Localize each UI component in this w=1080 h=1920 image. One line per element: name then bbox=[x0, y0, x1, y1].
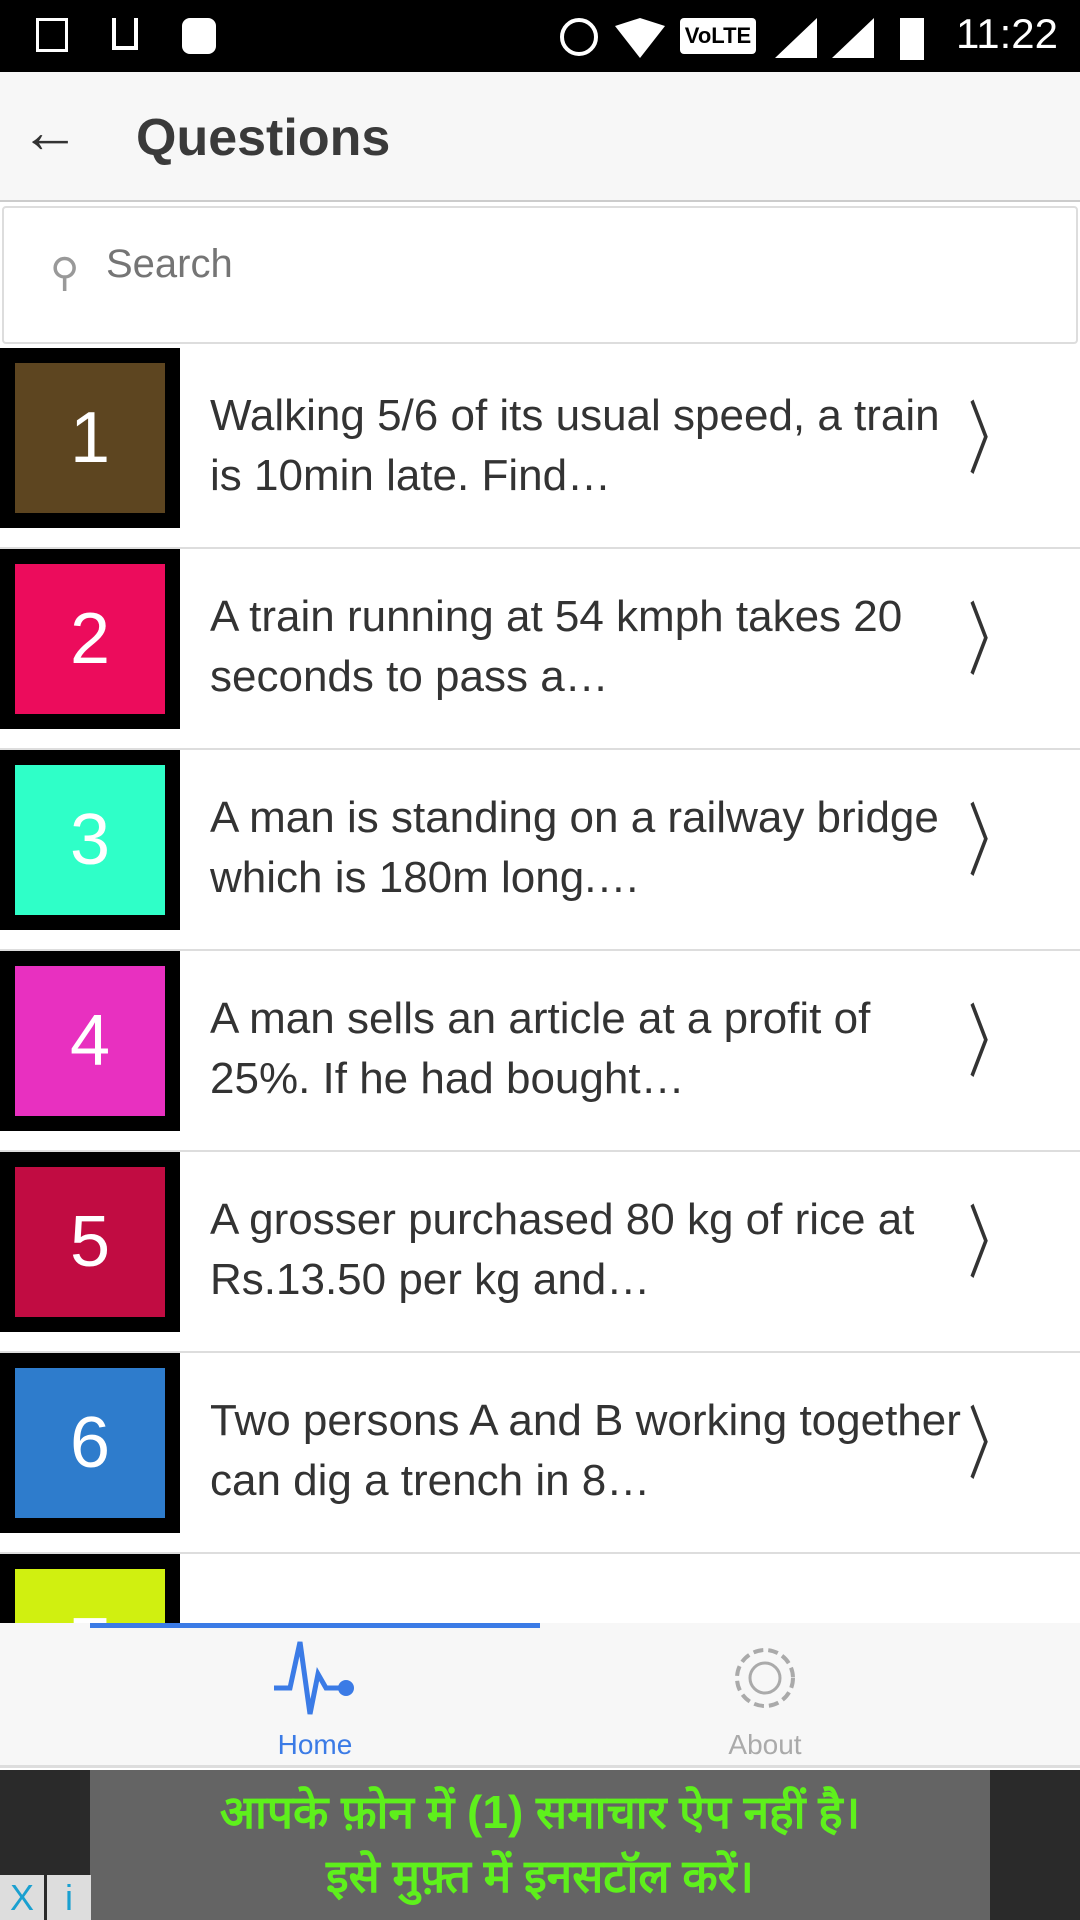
search-icon: ⚲ bbox=[50, 251, 80, 295]
search-input[interactable] bbox=[106, 242, 1006, 287]
ad-close-button[interactable]: X bbox=[0, 1875, 44, 1920]
status-bar: VoLTE 11:22 bbox=[0, 0, 1080, 72]
number-tile: 1 bbox=[0, 348, 180, 528]
ad-line-1: आपके फ़ोन में (1) समाचार ऐप नहीं है। bbox=[219, 1786, 861, 1838]
number-badge: 2 bbox=[15, 564, 165, 714]
battery-charging-icon bbox=[900, 18, 924, 60]
ad-line-2: इसे मुफ़्त में इनसटॉल करें। bbox=[326, 1850, 754, 1902]
search-box[interactable]: ⚲ bbox=[2, 206, 1078, 344]
number-badge: 3 bbox=[15, 765, 165, 915]
active-tab-indicator bbox=[90, 1623, 540, 1628]
back-arrow-icon[interactable]: ← bbox=[20, 102, 80, 162]
app-bar: ← Questions bbox=[0, 72, 1080, 202]
chart-notification-icon bbox=[112, 18, 138, 50]
number-badge: 4 bbox=[15, 966, 165, 1116]
list-item[interactable]: 6 Two persons A and B working together ca… bbox=[0, 1353, 1080, 1554]
chevron-right-icon: 〉 bbox=[968, 795, 1016, 888]
question-text: A man sells an article at a profit of 25… bbox=[210, 994, 871, 1103]
number-tile: 6 bbox=[0, 1353, 180, 1533]
list-item[interactable]: 4 A man sells an article at a profit of 2… bbox=[0, 951, 1080, 1152]
number-tile: 5 bbox=[0, 1152, 180, 1332]
tab-home-label: Home bbox=[277, 1729, 353, 1760]
pulse-icon bbox=[274, 1641, 354, 1715]
number-badge: 6 bbox=[15, 1368, 165, 1518]
ad-banner[interactable]: आपके फ़ोन में (1) समाचार ऐप नहीं है। इसे… bbox=[0, 1770, 1080, 1920]
number-tile: 2 bbox=[0, 549, 180, 729]
number-tile: 3 bbox=[0, 750, 180, 930]
question-list: 1 Walking 5/6 of its usual speed, a train… bbox=[0, 348, 1080, 1755]
clock: 11:22 bbox=[956, 10, 1058, 57]
chevron-right-icon: 〉 bbox=[968, 393, 1016, 486]
chevron-right-icon: 〉 bbox=[968, 594, 1016, 687]
ad-content[interactable]: आपके फ़ोन में (1) समाचार ऐप नहीं है। इसे… bbox=[90, 1770, 990, 1920]
tab-home[interactable]: Home bbox=[215, 1638, 415, 1761]
alarm-icon bbox=[560, 18, 598, 56]
volte-icon: VoLTE bbox=[680, 18, 756, 54]
question-text: Two persons A and B working together can… bbox=[210, 1396, 961, 1505]
question-text: A grosser purchased 80 kg of rice at Rs.… bbox=[210, 1195, 915, 1304]
list-item[interactable]: 1 Walking 5/6 of its usual speed, a train… bbox=[0, 348, 1080, 549]
signal-icon-1 bbox=[775, 18, 817, 58]
ad-info-icon[interactable]: i bbox=[47, 1875, 91, 1920]
number-badge: 5 bbox=[15, 1167, 165, 1317]
question-text: A man is standing on a railway bridge wh… bbox=[210, 793, 939, 902]
list-item[interactable]: 2 A train running at 54 kmph takes 20 sec… bbox=[0, 549, 1080, 750]
tab-about[interactable]: About bbox=[665, 1638, 865, 1761]
wifi-icon bbox=[615, 18, 665, 58]
gallery-notification-icon bbox=[36, 18, 68, 52]
number-tile: 4 bbox=[0, 951, 180, 1131]
number-badge: 1 bbox=[15, 363, 165, 513]
chevron-right-icon: 〉 bbox=[968, 1398, 1016, 1491]
android-notification-icon bbox=[182, 18, 216, 54]
question-text: A train running at 54 kmph takes 20 seco… bbox=[210, 592, 903, 701]
page-title: Questions bbox=[136, 109, 391, 167]
list-item[interactable]: 3 A man is standing on a railway bridge w… bbox=[0, 750, 1080, 951]
signal-icon-2 bbox=[832, 18, 874, 58]
list-item[interactable]: 5 A grosser purchased 80 kg of rice at Rs… bbox=[0, 1152, 1080, 1353]
gear-icon bbox=[735, 1648, 795, 1708]
chevron-right-icon: 〉 bbox=[968, 1197, 1016, 1290]
chevron-right-icon: 〉 bbox=[968, 996, 1016, 1089]
question-text: Walking 5/6 of its usual speed, a train … bbox=[210, 391, 940, 500]
tab-about-label: About bbox=[728, 1729, 802, 1760]
bottom-navigation: Home About bbox=[0, 1623, 1080, 1768]
